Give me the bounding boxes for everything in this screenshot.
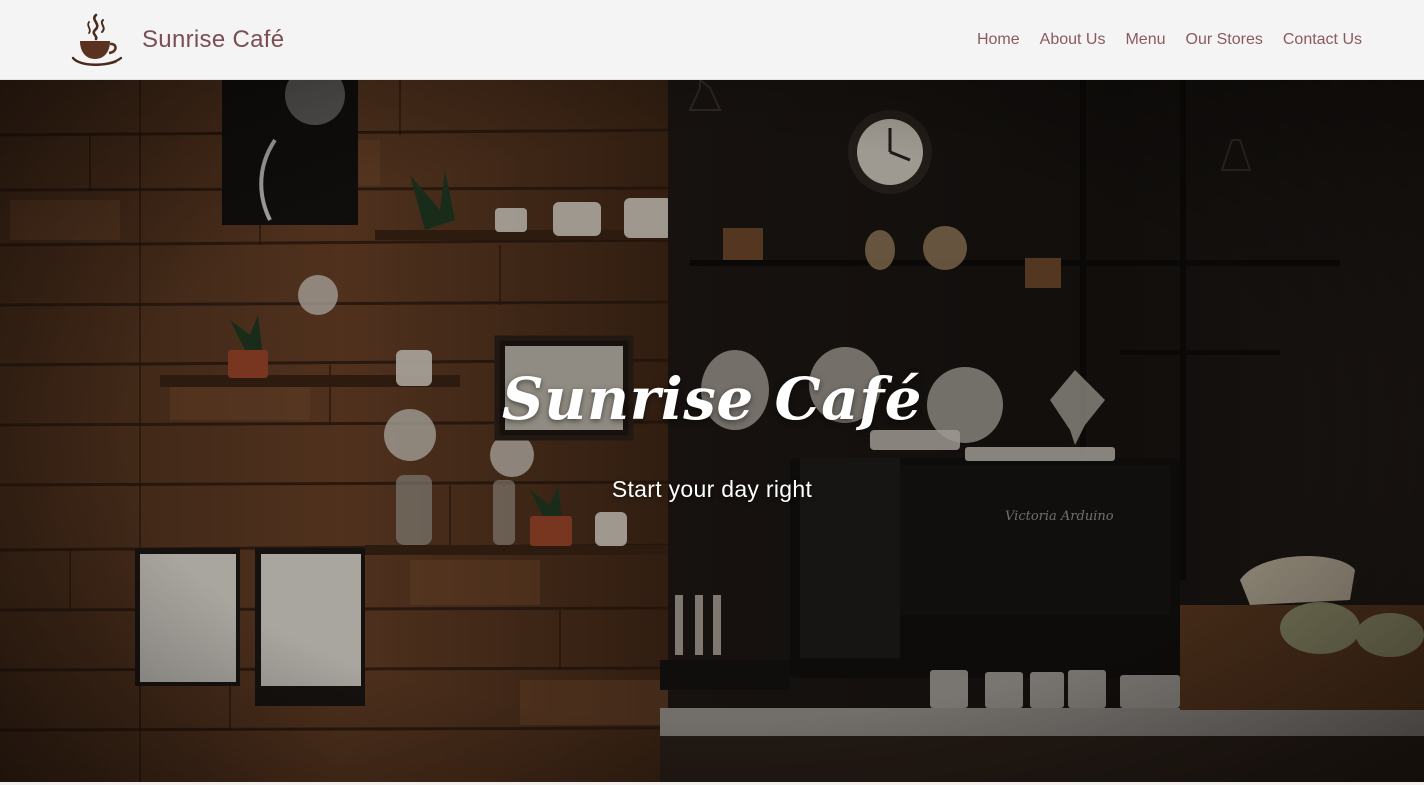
brand-name: Sunrise Café xyxy=(142,26,285,53)
coffee-cup-icon xyxy=(71,13,123,66)
hero-section: Victoria Arduino xyxy=(0,80,1424,782)
main-nav: Home About Us Menu Our Stores Contact Us xyxy=(977,0,1362,80)
navbar: Sunrise Café Home About Us Menu Our Stor… xyxy=(0,0,1424,80)
nav-item-about-us[interactable]: About Us xyxy=(1040,27,1106,53)
hero-title: Sunrise Café xyxy=(501,365,923,433)
page: Sunrise Café Home About Us Menu Our Stor… xyxy=(0,0,1424,785)
brand[interactable]: Sunrise Café xyxy=(70,12,284,68)
nav-item-contact-us[interactable]: Contact Us xyxy=(1283,27,1362,53)
nav-item-menu[interactable]: Menu xyxy=(1125,27,1165,53)
hero-tagline: Start your day right xyxy=(611,476,813,502)
nav-item-home[interactable]: Home xyxy=(977,27,1020,53)
nav-item-our-stores[interactable]: Our Stores xyxy=(1186,27,1263,53)
